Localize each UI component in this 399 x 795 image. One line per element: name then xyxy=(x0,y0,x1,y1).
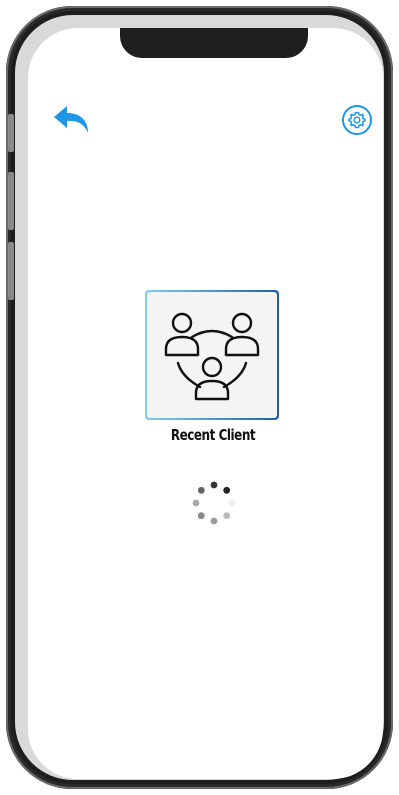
settings-button[interactable] xyxy=(341,104,373,136)
side-button xyxy=(8,114,14,152)
side-button xyxy=(8,242,14,300)
recent-client-label: Recent Client xyxy=(170,426,256,444)
gear-icon xyxy=(342,105,372,135)
loading-spinner-icon xyxy=(192,481,236,525)
notch xyxy=(120,28,308,58)
phone-frame: Recent Client xyxy=(6,6,393,789)
screen: Recent Client xyxy=(28,28,383,779)
recent-client-card-body xyxy=(147,292,277,418)
back-arrow-icon xyxy=(54,106,88,133)
side-button xyxy=(8,172,14,230)
group-users-icon xyxy=(164,312,260,401)
recent-client-card[interactable] xyxy=(145,290,279,420)
back-button[interactable] xyxy=(52,104,92,136)
